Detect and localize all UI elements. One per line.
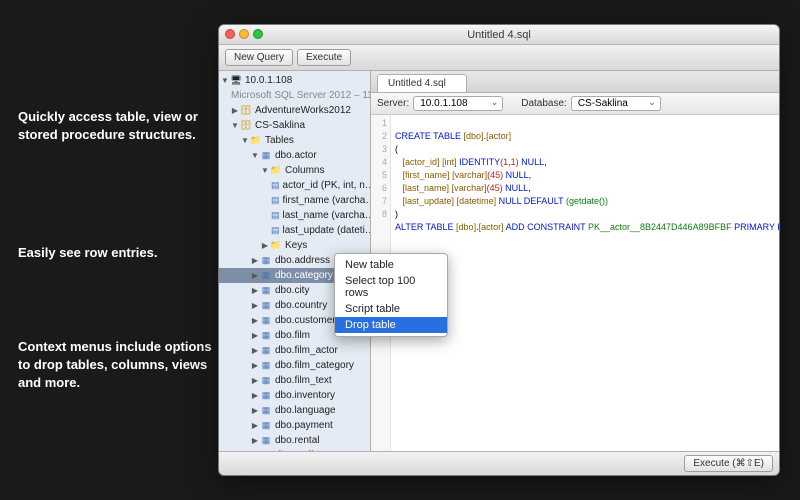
execute-status-button[interactable]: Execute (⌘⇧E) xyxy=(684,455,773,472)
promo-text-2: Easily see row entries. xyxy=(18,244,198,262)
app-window: Untitled 4.sql New Query Execute ▼10.0.1… xyxy=(218,24,780,476)
table-icon xyxy=(260,331,272,341)
table-icon xyxy=(260,256,272,266)
column-node[interactable]: actor_id (PK, int, n… xyxy=(219,178,370,193)
table-node[interactable]: ▶dbo.film_actor xyxy=(219,343,370,358)
column-icon xyxy=(271,181,280,191)
server-label: Server: xyxy=(377,98,409,109)
context-menu[interactable]: New table Select top 100 rows Script tab… xyxy=(334,253,448,337)
server-ip-label: 10.0.1.108 xyxy=(245,75,292,86)
table-icon xyxy=(260,151,272,161)
table-icon xyxy=(260,391,272,401)
minimize-icon[interactable] xyxy=(239,29,249,39)
ctx-new-table[interactable]: New table xyxy=(335,257,447,273)
toolbar: New Query Execute xyxy=(219,45,779,71)
column-node[interactable]: first_name (varcha… xyxy=(219,193,370,208)
table-icon xyxy=(260,286,272,296)
database-node[interactable]: ▼CS-Saklina xyxy=(219,118,370,133)
folder-icon xyxy=(250,136,262,146)
table-icon xyxy=(260,271,272,281)
column-icon xyxy=(271,211,280,221)
status-bar: Execute (⌘⇧E) xyxy=(219,451,779,475)
table-node[interactable]: ▶dbo.film_text xyxy=(219,373,370,388)
connection-bar: Server: 10.0.1.108 Database: CS-Saklina xyxy=(371,93,779,115)
table-node[interactable]: ▶dbo.inventory xyxy=(219,388,370,403)
table-node[interactable]: ▼dbo.actor xyxy=(219,148,370,163)
titlebar: Untitled 4.sql xyxy=(219,25,779,45)
table-icon xyxy=(260,361,272,371)
keys-folder[interactable]: ▶Keys xyxy=(219,238,370,253)
execute-button[interactable]: Execute xyxy=(297,49,351,66)
close-icon[interactable] xyxy=(225,29,235,39)
column-icon xyxy=(271,196,280,206)
editor-tabbar: Untitled 4.sql xyxy=(371,71,779,93)
table-node[interactable]: ▶dbo.payment xyxy=(219,418,370,433)
ctx-script-table[interactable]: Script table xyxy=(335,301,447,317)
table-node[interactable]: ▶dbo.film_category xyxy=(219,358,370,373)
server-node[interactable]: ▼10.0.1.108 xyxy=(219,73,370,88)
folder-icon xyxy=(270,166,282,176)
column-node[interactable]: last_name (varcha… xyxy=(219,208,370,223)
database-node[interactable]: ▶AdventureWorks2012 xyxy=(219,103,370,118)
folder-icon xyxy=(270,241,282,251)
columns-folder[interactable]: ▼Columns xyxy=(219,163,370,178)
table-icon xyxy=(260,316,272,326)
table-icon xyxy=(260,301,272,311)
database-icon xyxy=(240,106,252,116)
table-icon xyxy=(260,436,272,446)
column-node[interactable]: last_update (dateti… xyxy=(219,223,370,238)
zoom-icon[interactable] xyxy=(253,29,263,39)
database-icon xyxy=(240,121,252,131)
server-select[interactable]: 10.0.1.108 xyxy=(413,96,503,111)
window-title: Untitled 4.sql xyxy=(467,29,531,41)
new-query-button[interactable]: New Query xyxy=(225,49,293,66)
column-icon xyxy=(271,226,280,236)
tables-folder[interactable]: ▼Tables xyxy=(219,133,370,148)
table-icon xyxy=(260,421,272,431)
table-icon xyxy=(260,406,272,416)
server-version: Microsoft SQL Server 2012 – 11.0.210( xyxy=(219,88,370,103)
promo-text-1: Quickly access table, view or stored pro… xyxy=(18,108,198,144)
editor-tab[interactable]: Untitled 4.sql xyxy=(377,74,467,92)
database-label: Database: xyxy=(521,98,567,109)
traffic-lights xyxy=(225,29,263,39)
table-icon xyxy=(260,346,272,356)
ctx-select-top-100[interactable]: Select top 100 rows xyxy=(335,273,447,301)
table-icon xyxy=(260,376,272,386)
table-node[interactable]: ▶dbo.language xyxy=(219,403,370,418)
database-select[interactable]: CS-Saklina xyxy=(571,96,661,111)
code-area[interactable]: CREATE TABLE [dbo].[actor] ( [actor_id] … xyxy=(391,115,779,451)
table-node[interactable]: ▶dbo.rental xyxy=(219,433,370,448)
ctx-drop-table[interactable]: Drop table xyxy=(335,317,447,333)
server-icon xyxy=(230,76,242,86)
promo-text-3: Context menus include options to drop ta… xyxy=(18,338,218,393)
